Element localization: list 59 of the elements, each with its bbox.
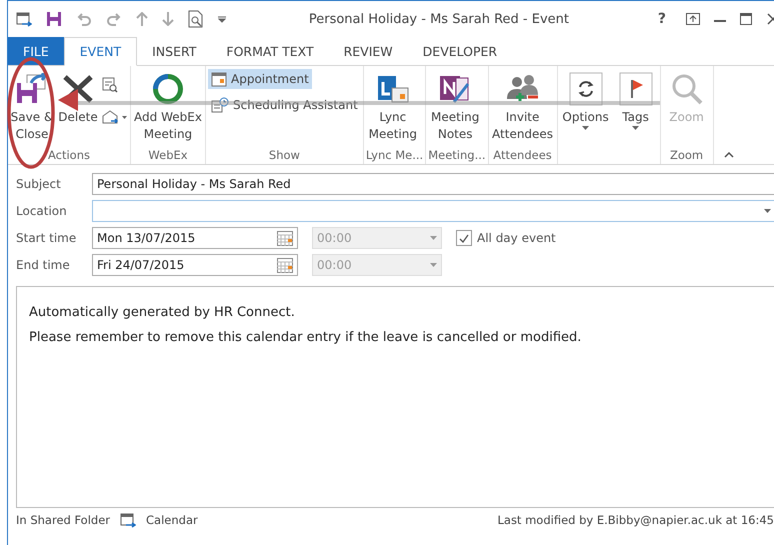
ribbon-button[interactable]: Tags	[614, 69, 658, 130]
ribbon-button[interactable]: Invite Attendees	[490, 69, 555, 143]
delete-icon	[61, 73, 95, 105]
group-label: Zoom	[670, 148, 704, 162]
group-label: WebEx	[148, 148, 188, 162]
field-label: End time	[16, 258, 71, 272]
ribbon-button[interactable]: Delete	[56, 69, 100, 126]
scheduling-icon	[211, 97, 229, 113]
dropdown-caret-icon	[764, 209, 771, 213]
calendar-icon	[277, 230, 293, 246]
checkbox-label: All day event	[477, 231, 556, 245]
calendar-app-icon	[16, 11, 32, 27]
ribbon-button[interactable]: Lync Meeting	[366, 69, 420, 143]
date-field[interactable]: Fri 24/07/2015	[92, 254, 298, 276]
ribbon-button[interactable]: Appointment	[208, 69, 312, 89]
dropdown-caret-icon	[582, 126, 590, 130]
dropdown-caret-icon	[430, 263, 437, 267]
status-text: Last modified by E.Bibby@napier.ac.uk at 16:45	[497, 513, 774, 527]
dropdown-caret-icon	[632, 126, 640, 130]
ribbon-button[interactable]: Scheduling Assistant	[208, 95, 361, 115]
date-field[interactable]: Mon 13/07/2015	[92, 227, 298, 249]
field-label: Location	[16, 204, 68, 218]
message-body[interactable]: Automatically generated by HR Connect. Please remember to remove this calendar entry if the leave is cancelled or modified.	[16, 286, 774, 508]
search-icon	[670, 72, 704, 106]
calendar-search-icon[interactable]	[102, 77, 118, 93]
calendar-icon	[120, 512, 136, 528]
ribbon-tab[interactable]: FILE	[8, 37, 64, 65]
ribbon-tab[interactable]: EVENT	[64, 37, 138, 66]
group-label: Lync Me...	[366, 148, 424, 162]
window-title: Personal Holiday - Ms Sarah Red - Event	[308, 12, 570, 26]
status-text: Calendar	[146, 513, 198, 527]
collapse-ribbon-icon[interactable]	[724, 152, 734, 158]
group-label: Show	[268, 148, 300, 162]
options-icon	[568, 72, 603, 106]
close-icon[interactable]	[766, 13, 774, 25]
ribbon-display-icon[interactable]	[686, 13, 700, 25]
customize-toolbar-icon[interactable]	[218, 15, 226, 23]
field-label: Start time	[16, 231, 78, 245]
all-day-checkbox[interactable]	[456, 230, 472, 246]
print-preview-icon[interactable]	[188, 10, 204, 28]
status-text: In Shared Folder	[16, 513, 110, 527]
flag-icon	[618, 72, 653, 106]
calendar-icon	[211, 71, 227, 87]
ribbon-button[interactable]: Meeting Notes	[428, 69, 482, 143]
location-field[interactable]	[92, 200, 774, 222]
subject-field[interactable]: Personal Holiday - Ms Sarah Red	[92, 173, 774, 195]
check-icon	[459, 234, 469, 242]
help-button[interactable]: ?	[652, 11, 672, 27]
forward-envelope-icon[interactable]	[102, 109, 128, 125]
dropdown-caret-icon	[430, 236, 437, 240]
calendar-icon	[277, 258, 293, 272]
field-label: Subject	[16, 177, 62, 191]
ribbon-button[interactable]: Options	[560, 69, 612, 130]
ribbon-button[interactable]: Add WebEx Meeting	[133, 69, 203, 143]
group-label: Meeting...	[428, 148, 486, 162]
group-label: Attendees	[493, 148, 552, 162]
webex-icon	[151, 72, 185, 106]
group-label: Actions	[48, 148, 90, 162]
maximize-icon[interactable]	[740, 13, 752, 25]
